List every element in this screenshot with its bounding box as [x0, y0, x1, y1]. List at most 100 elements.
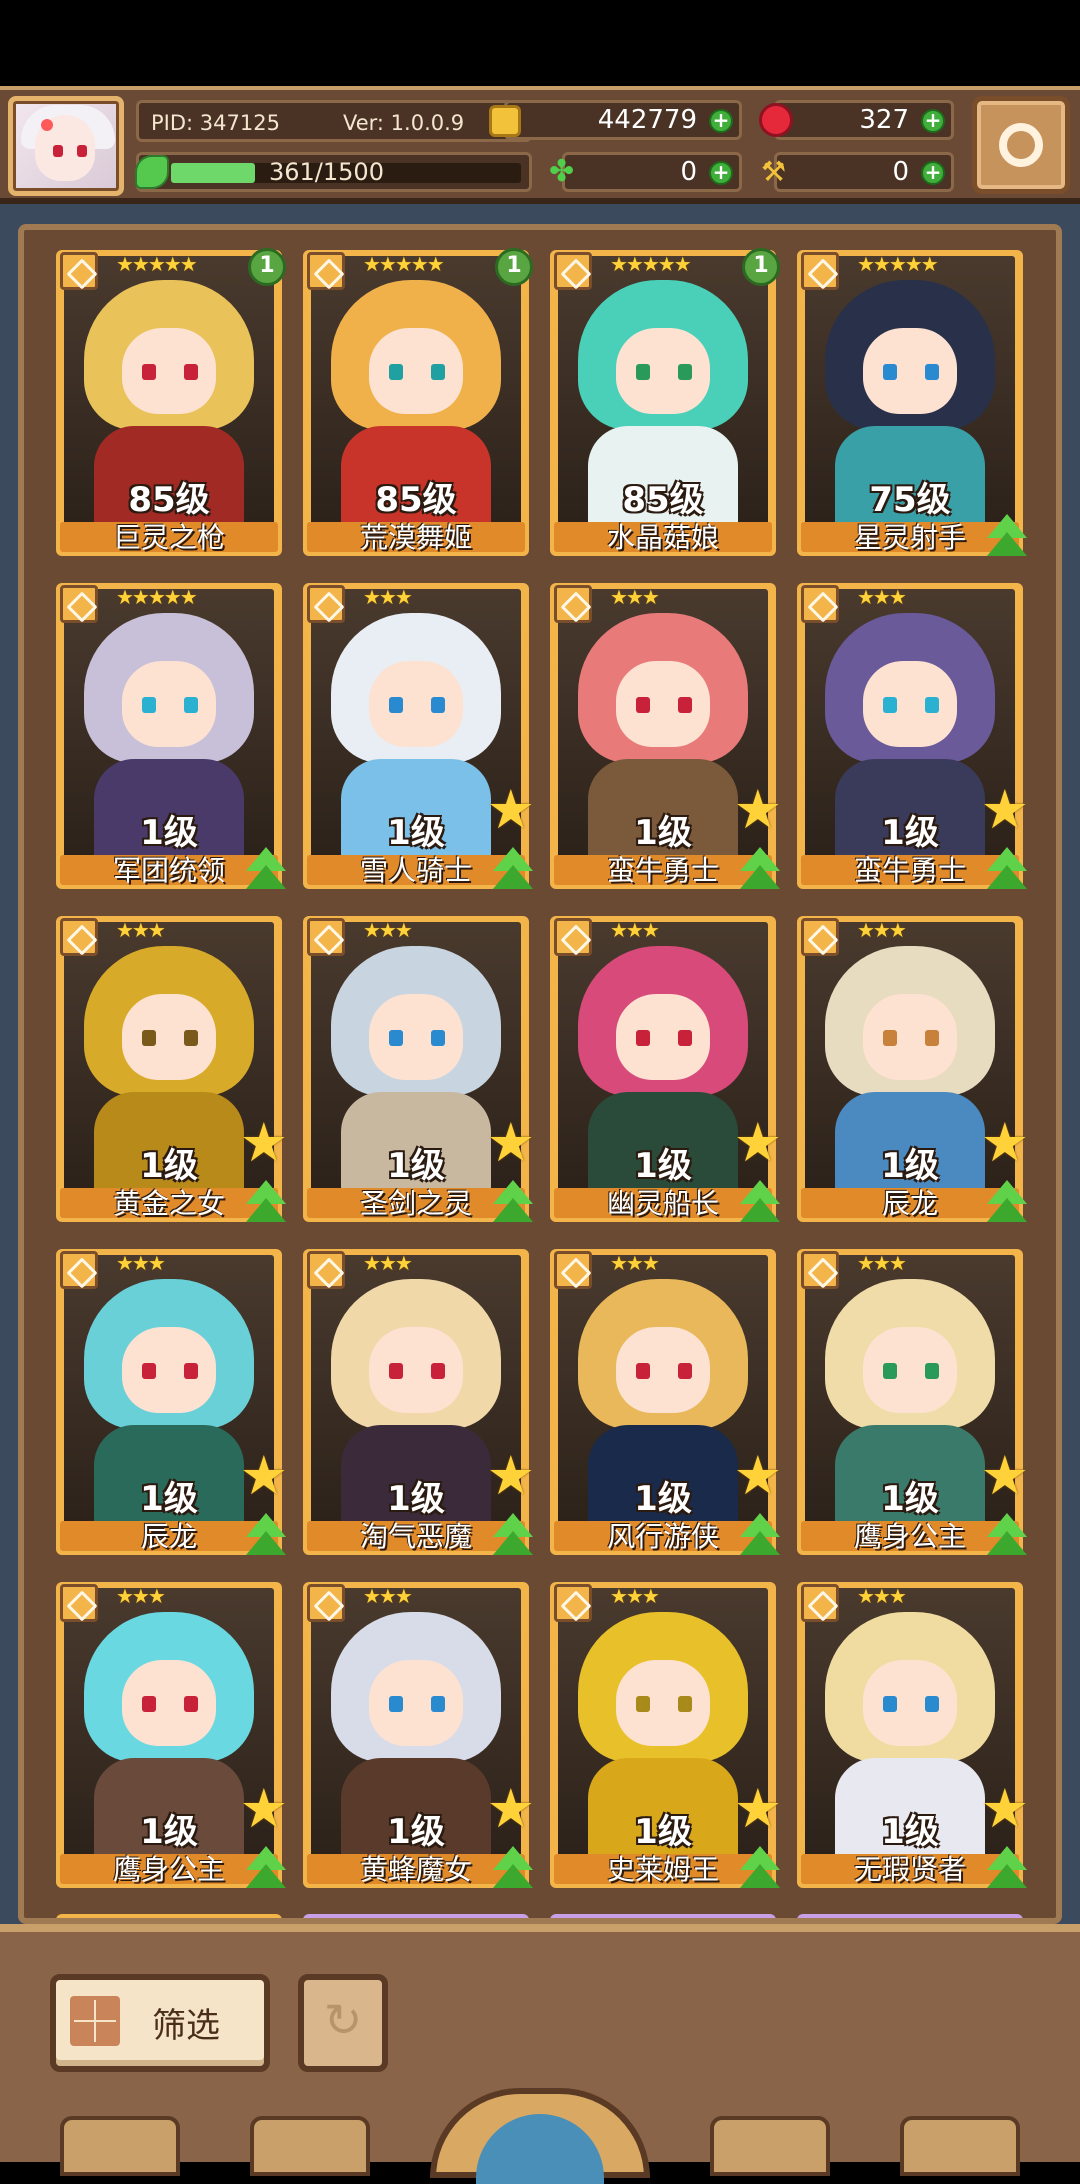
- add-gem-icon[interactable]: +: [921, 109, 945, 133]
- hero-face: [369, 1327, 463, 1413]
- hero-card[interactable]: ★★★ 1级 雪人骑士 ★: [303, 583, 535, 889]
- hero-card[interactable]: ★★★ 1级 无瑕贤者 ★: [797, 1582, 1029, 1888]
- hero-class-icon: [801, 1251, 839, 1289]
- hero-eye-left: [142, 1363, 156, 1379]
- level-up-arrow-icon: [242, 1513, 290, 1561]
- filter-button-label: 筛选: [152, 2006, 220, 2046]
- hero-card[interactable]: ★★★ 1级 圣剑之灵 ★: [303, 916, 535, 1222]
- hero-card[interactable]: ★★★ 1级 史莱姆王 ★: [550, 1582, 782, 1888]
- player-hud: PID: 347125 Ver: 1.0.0.9 361/1500 442779…: [0, 86, 1080, 204]
- hero-name: 巨灵之枪: [112, 521, 225, 554]
- nav-home-globe[interactable]: [430, 2088, 650, 2184]
- hero-grid-frame[interactable]: ★★★★★ 85级 巨灵之枪 1 ★★★★★ 85级 荒漠舞姬 1 ★★★★★ …: [18, 224, 1062, 1924]
- nav-tab-5[interactable]: [900, 2116, 1020, 2176]
- hero-card[interactable]: ★★★ 1级 辰龙 ★: [797, 916, 1029, 1222]
- hero-card[interactable]: ★★★ 1级 幽灵船长 ★: [550, 916, 782, 1222]
- hero-eye-right: [925, 1696, 939, 1712]
- hero-eye-left: [389, 1030, 403, 1046]
- hero-eye-right: [184, 364, 198, 380]
- gold-counter[interactable]: 442779 +: [489, 100, 742, 140]
- level-up-arrow-icon: [242, 1180, 290, 1228]
- hero-card[interactable]: ★★★★★ 85级 巨灵之枪 1: [56, 248, 286, 556]
- hero-star-rating: ★★★: [610, 1251, 660, 1275]
- filter-button[interactable]: 筛选: [50, 1974, 270, 2072]
- refresh-icon: ↻: [323, 1993, 363, 2047]
- hero-class-icon: [60, 252, 98, 290]
- hero-card[interactable]: ★★★ 1级 鹰身公主 ★: [56, 1582, 288, 1888]
- hero-class-icon: [60, 1584, 98, 1622]
- hero-eye-left: [636, 364, 650, 380]
- star-upgrade-icon: ★: [486, 1777, 535, 1840]
- hero-card[interactable]: ★★★ 1级 淘气恶魔 ★: [303, 1249, 535, 1555]
- hero-card[interactable]: ★★★★★ 85级 水晶菇娘 1: [550, 248, 780, 556]
- hero-card-partial[interactable]: [303, 1914, 529, 1918]
- hero-class-icon: [801, 252, 839, 290]
- hero-card-partial[interactable]: [550, 1914, 776, 1918]
- hero-star-rating: ★★★★★: [116, 252, 198, 276]
- hero-name: 水晶菇娘: [606, 521, 719, 554]
- hero-face: [616, 328, 710, 414]
- hero-star-rating: ★★★★★: [610, 252, 692, 276]
- nav-tab-2[interactable]: [250, 2116, 370, 2176]
- hero-class-icon: [554, 918, 592, 956]
- status-bar: [0, 0, 1080, 86]
- star-upgrade-icon: ★: [733, 1777, 782, 1840]
- hero-card[interactable]: ★★★ 1级 蛮牛勇士 ★: [797, 583, 1029, 889]
- hero-eye-left: [389, 364, 403, 380]
- hero-eye-left: [389, 697, 403, 713]
- hero-card[interactable]: ★★★ 1级 黄金之女 ★: [56, 916, 288, 1222]
- add-hammer-icon[interactable]: +: [921, 161, 945, 185]
- hero-eye-left: [636, 1030, 650, 1046]
- hero-star-rating: ★★★★★: [363, 252, 445, 276]
- hero-card[interactable]: ★★★★★ 75级 星灵射手: [797, 250, 1027, 556]
- gold-value: 442779: [597, 105, 697, 135]
- hero-class-icon: [307, 1584, 345, 1622]
- hero-card[interactable]: ★★★★★ 1级 军团统领: [56, 583, 286, 889]
- hero-eye-right: [678, 1696, 692, 1712]
- hero-star-rating: ★★★: [857, 1584, 907, 1608]
- hero-count-badge: 1: [742, 248, 780, 286]
- hero-eye-right: [184, 1030, 198, 1046]
- hero-star-rating: ★★★★★: [857, 252, 939, 276]
- add-gold-icon[interactable]: +: [709, 109, 733, 133]
- hero-card[interactable]: ★★★ 1级 风行游侠 ★: [550, 1249, 782, 1555]
- level-up-arrow-icon: [736, 1513, 784, 1561]
- hero-eye-left: [389, 1363, 403, 1379]
- hero-star-rating: ★★★: [857, 1251, 907, 1275]
- hero-eye-right: [431, 364, 445, 380]
- settings-button[interactable]: [972, 96, 1070, 194]
- hammer-counter[interactable]: ⚒ 0 +: [761, 152, 954, 192]
- gem-counter[interactable]: 327 +: [759, 100, 954, 140]
- hero-star-rating: ★★★★★: [116, 585, 198, 609]
- hero-class-icon: [60, 1251, 98, 1289]
- add-clover-icon[interactable]: +: [709, 161, 733, 185]
- hero-face: [122, 994, 216, 1080]
- player-avatar[interactable]: [8, 96, 124, 196]
- hero-star-rating: ★★★: [116, 918, 166, 942]
- hero-card[interactable]: ★★★ 1级 蛮牛勇士 ★: [550, 583, 782, 889]
- star-upgrade-icon: ★: [733, 1111, 782, 1174]
- nav-tab-4[interactable]: [710, 2116, 830, 2176]
- hero-card[interactable]: ★★★ 1级 辰龙 ★: [56, 1249, 288, 1555]
- gear-icon: [999, 123, 1043, 167]
- level-up-arrow-icon: [242, 847, 290, 895]
- hero-eye-right: [678, 364, 692, 380]
- level-up-arrow-icon: [736, 1180, 784, 1228]
- hero-class-icon: [307, 918, 345, 956]
- hero-face: [863, 1660, 957, 1746]
- hero-card[interactable]: ★★★★★ 85级 荒漠舞姬 1: [303, 248, 533, 556]
- ruby-gem-icon: [759, 103, 793, 137]
- hero-card[interactable]: ★★★ 1级 鹰身公主 ★: [797, 1249, 1029, 1555]
- hero-level: 85级: [128, 480, 210, 520]
- nav-tab-1[interactable]: [60, 2116, 180, 2176]
- hero-face: [863, 1327, 957, 1413]
- hero-card-partial[interactable]: [797, 1914, 1023, 1918]
- hero-card[interactable]: ★★★ 1级 黄蜂魔女 ★: [303, 1582, 535, 1888]
- clover-counter[interactable]: ✤ 0 +: [549, 152, 742, 192]
- hero-class-icon: [801, 918, 839, 956]
- grid-filter-icon: [70, 1996, 120, 2046]
- hero-face: [369, 1660, 463, 1746]
- hero-card-partial[interactable]: [56, 1914, 282, 1918]
- reset-filter-button[interactable]: ↻: [298, 1974, 388, 2072]
- avatar-flower: [41, 119, 53, 131]
